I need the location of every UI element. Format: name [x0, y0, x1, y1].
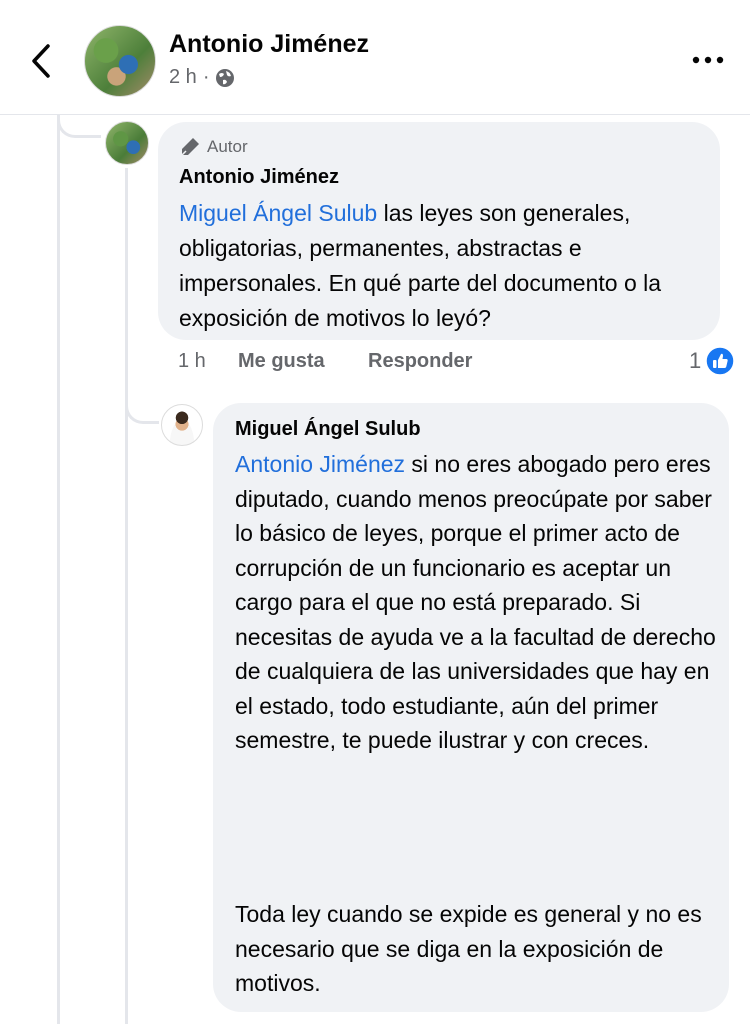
meta-separator: · — [202, 66, 210, 88]
reaction-count: 1 — [689, 348, 702, 373]
comment-avatar[interactable] — [105, 121, 149, 165]
chevron-left-icon[interactable] — [22, 38, 62, 84]
comment-text: Miguel Ángel Sulub las leyes son general… — [179, 196, 709, 336]
globe-icon — [216, 68, 235, 87]
reply-thread-line — [125, 168, 128, 1024]
author-badge: Autor — [179, 136, 248, 158]
more-dots-icon[interactable] — [688, 48, 728, 72]
comment-time[interactable]: 1 h — [178, 350, 238, 373]
comment-author[interactable]: Antonio Jiménez — [179, 166, 339, 189]
reply-body: si no eres abogado pero eres diputado, c… — [235, 451, 716, 753]
comment-bubble: Autor Antonio Jiménez Miguel Ángel Sulub… — [158, 122, 720, 340]
reaction-summary[interactable]: 1 — [689, 346, 735, 376]
reply-avatar[interactable] — [161, 404, 203, 446]
thread-line — [57, 114, 60, 1024]
page-title[interactable]: Antonio Jiménez — [169, 30, 369, 59]
reply-bubble: Miguel Ángel Sulub Antonio Jiménez si no… — [213, 403, 729, 1012]
mention-link[interactable]: Antonio Jiménez — [235, 451, 405, 477]
post-meta: 2 h · — [169, 66, 235, 89]
mention-link[interactable]: Miguel Ángel Sulub — [179, 200, 377, 226]
comment-actions: 1 h Me gusta Responder — [178, 350, 472, 373]
thread-connector — [57, 114, 101, 138]
author-badge-label: Autor — [207, 137, 248, 156]
avatar[interactable] — [84, 25, 156, 97]
reply-body-paragraph-2: Toda ley cuando se expide es general y n… — [235, 901, 702, 996]
like-button[interactable]: Me gusta — [238, 350, 368, 373]
pen-icon — [181, 138, 199, 156]
reply-author[interactable]: Miguel Ángel Sulub — [235, 418, 421, 441]
reply-text: Antonio Jiménez si no eres abogado pero … — [235, 447, 721, 758]
reply-button[interactable]: Responder — [368, 350, 472, 373]
like-reaction-icon — [705, 346, 735, 376]
post-header: Antonio Jiménez 2 h · — [0, 0, 750, 115]
post-time: 2 h — [169, 66, 197, 88]
reply-thread-connector — [125, 380, 159, 424]
